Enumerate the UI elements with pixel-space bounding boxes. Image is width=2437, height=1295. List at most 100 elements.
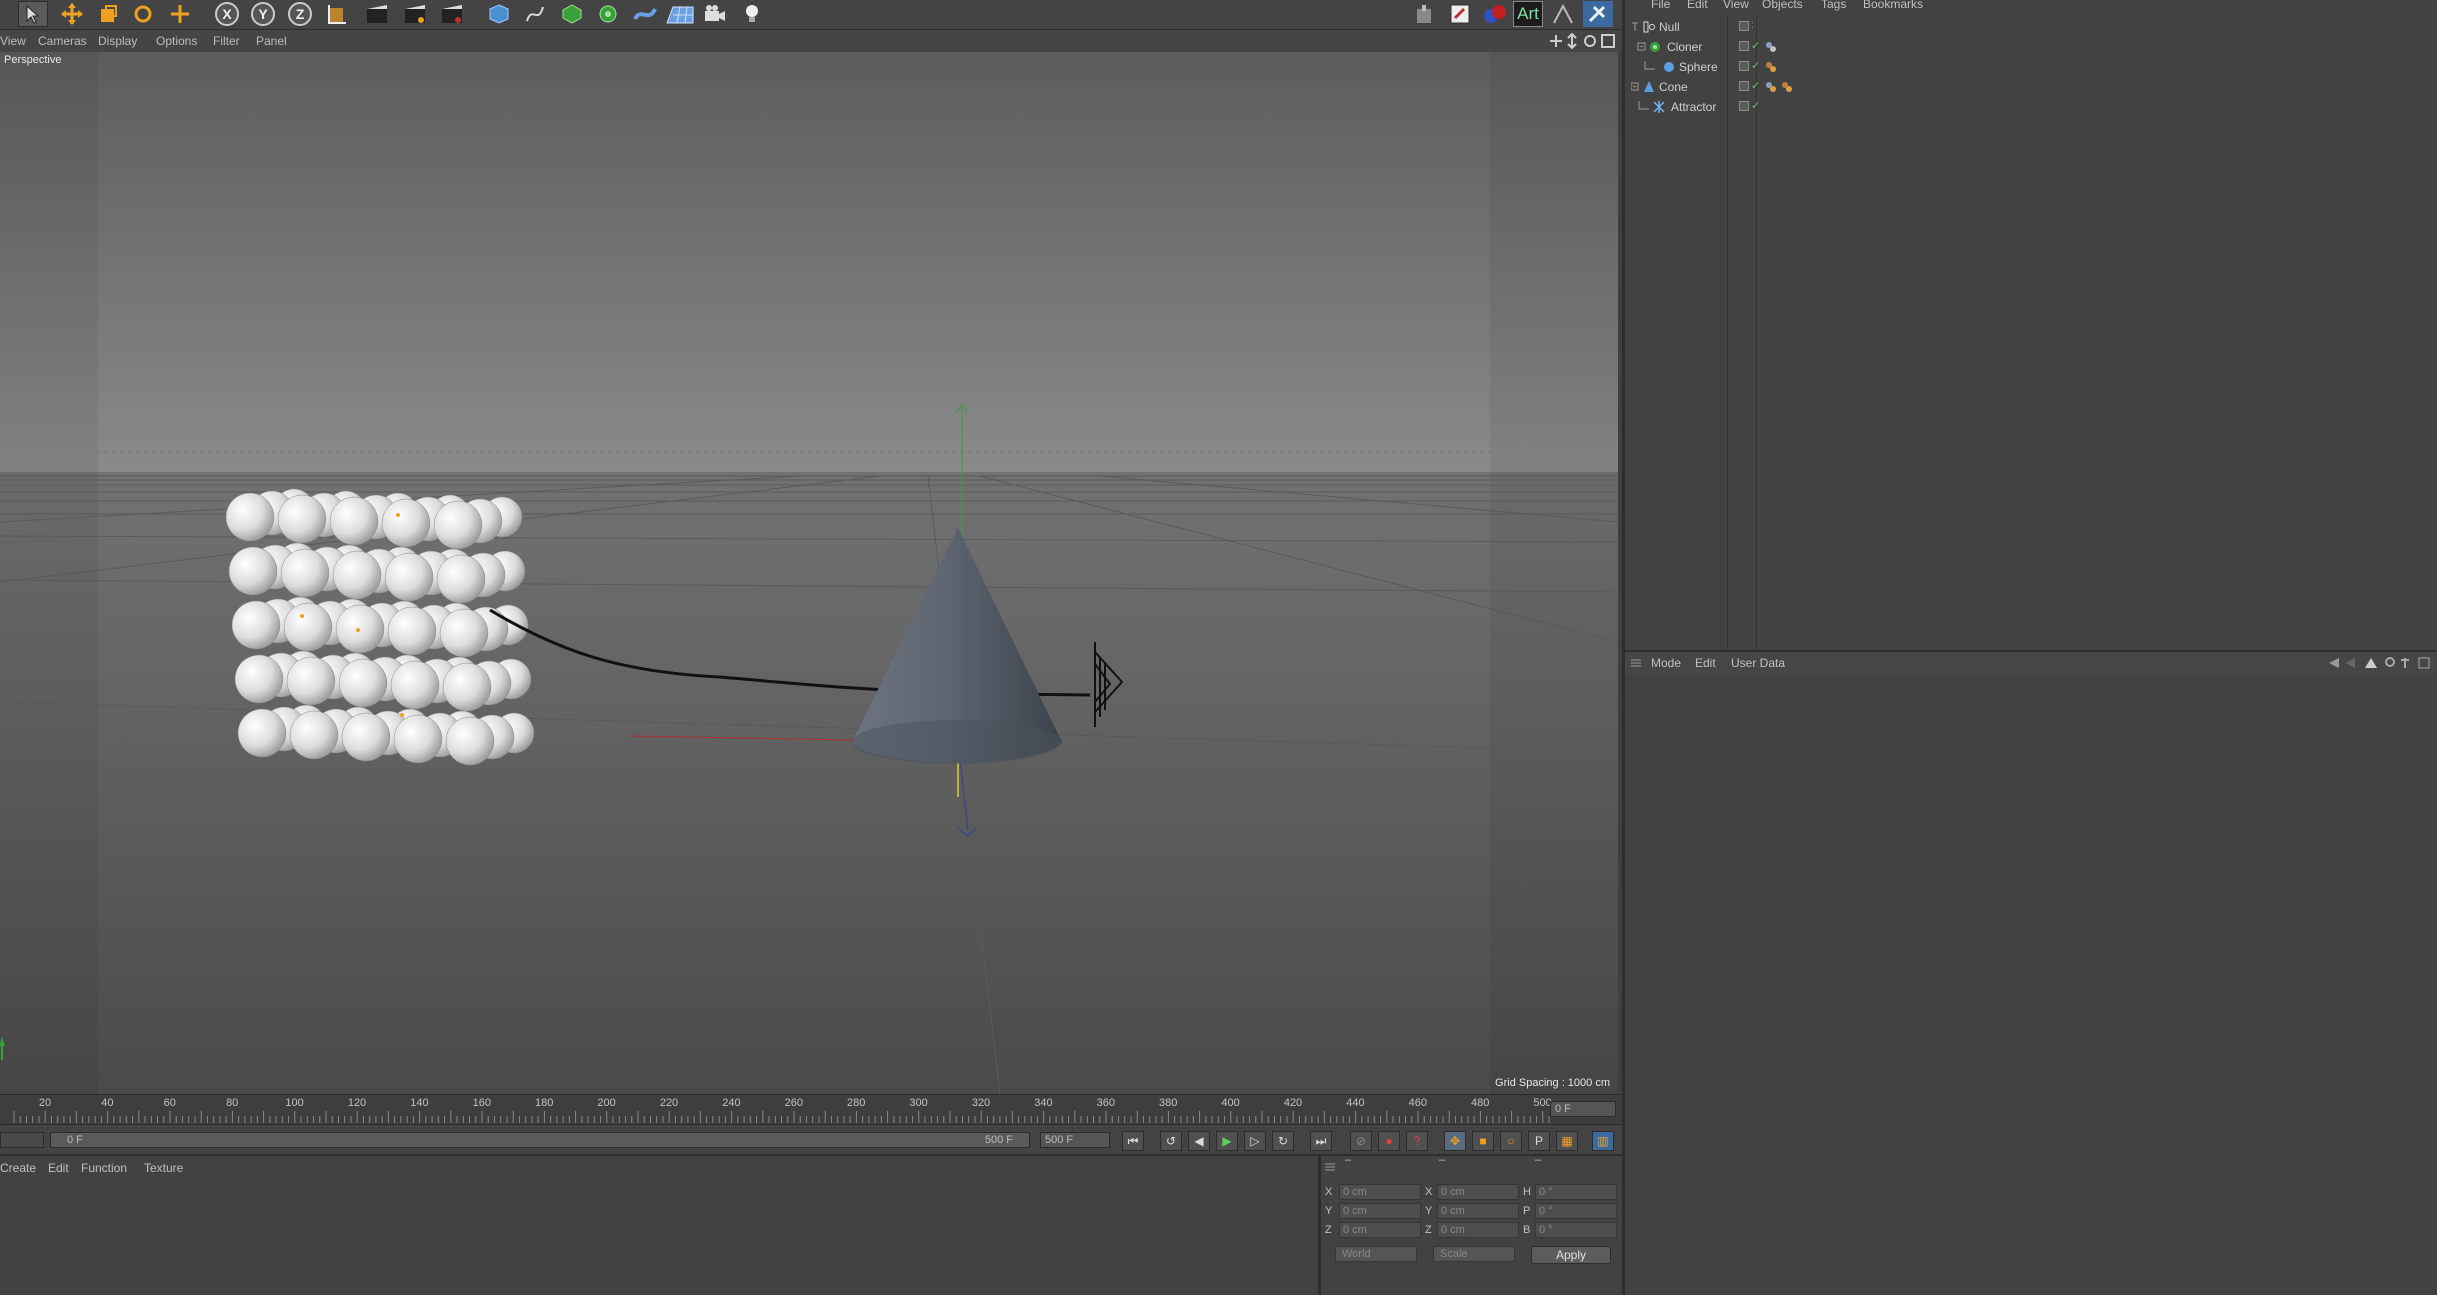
rotation-key-icon[interactable]: ○ <box>1500 1131 1522 1151</box>
size-y-field[interactable]: 0 cm <box>1437 1203 1519 1219</box>
render-toggle[interactable] <box>1739 21 1749 31</box>
object-row-attractor[interactable]: Attractor ✓ <box>1629 98 2429 116</box>
sculpt-icon[interactable] <box>1480 1 1510 27</box>
live-select-icon[interactable] <box>165 1 195 27</box>
spline-icon[interactable] <box>520 1 550 27</box>
object-row-null[interactable]: Null : <box>1629 18 2429 36</box>
size-z-field[interactable]: 0 cm <box>1437 1222 1519 1238</box>
play-button[interactable]: ▶ <box>1216 1131 1238 1151</box>
prev-key-button[interactable]: ↺ <box>1160 1131 1182 1151</box>
rot-h-field[interactable]: 0 ° <box>1535 1184 1617 1200</box>
tag-icon[interactable] <box>1765 81 1777 93</box>
autokey-icon[interactable]: ● <box>1378 1131 1400 1151</box>
viewport-nav-icons[interactable] <box>1550 33 1620 49</box>
tag-icon[interactable] <box>1765 41 1777 53</box>
select-icon[interactable] <box>18 1 48 27</box>
enabled-check[interactable]: ✓ <box>1751 99 1760 112</box>
enabled-check[interactable]: ✓ <box>1751 59 1760 72</box>
render-view-icon[interactable] <box>362 1 392 27</box>
render-toggle[interactable] <box>1739 61 1749 71</box>
motion-tracker-icon[interactable] <box>1548 1 1578 27</box>
timeline-ruler[interactable]: 20 40 60 80 100 120 140 160 180 200 220 240 260 280 30… <box>0 1094 1622 1124</box>
next-frame-button[interactable]: ▷ <box>1244 1131 1266 1151</box>
x-axis-icon[interactable]: X <box>212 1 242 27</box>
pos-z-field[interactable]: 0 cm <box>1339 1222 1421 1238</box>
menu-cameras[interactable]: Cameras <box>38 34 87 48</box>
next-key-button[interactable]: ↻ <box>1272 1131 1294 1151</box>
mat-menu-texture[interactable]: Texture <box>144 1161 183 1175</box>
obj-menu-tags[interactable]: Tags <box>1821 0 1846 11</box>
go-to-start-button[interactable]: ⏮ <box>1122 1131 1144 1151</box>
obj-menu-objects[interactable]: Objects <box>1762 0 1803 11</box>
record-keys-icon[interactable]: ⊘ <box>1350 1131 1372 1151</box>
scale-icon[interactable] <box>93 1 123 27</box>
obj-menu-edit[interactable]: Edit <box>1687 0 1708 11</box>
menu-view[interactable]: View <box>0 34 26 48</box>
render-toggle[interactable] <box>1739 81 1749 91</box>
pos-x-field[interactable]: 0 cm <box>1339 1184 1421 1200</box>
rot-b-field[interactable]: 0 ° <box>1535 1222 1617 1238</box>
z-axis-icon[interactable]: Z <box>285 1 315 27</box>
render-settings-icon[interactable] <box>437 1 467 27</box>
pos-y-field[interactable]: 0 cm <box>1339 1203 1421 1219</box>
keyframe-selection-icon[interactable]: ? <box>1406 1131 1428 1151</box>
nurbs-icon[interactable] <box>557 1 587 27</box>
paint-icon[interactable] <box>1410 1 1440 27</box>
attr-menu-user-data[interactable]: User Data <box>1731 656 1785 670</box>
mat-menu-create[interactable]: Create <box>0 1161 36 1175</box>
go-to-end-button[interactable]: ⏭ <box>1310 1131 1332 1151</box>
apply-button[interactable]: Apply <box>1531 1246 1611 1264</box>
size-mode-dropdown[interactable]: Scale <box>1433 1246 1515 1262</box>
mat-menu-function[interactable]: Function <box>81 1161 127 1175</box>
attr-menu-mode[interactable]: Mode <box>1651 656 1681 670</box>
menu-display[interactable]: Display <box>98 34 137 48</box>
mat-menu-edit[interactable]: Edit <box>48 1161 69 1175</box>
size-x-field[interactable]: 0 cm <box>1437 1184 1519 1200</box>
enable-dots[interactable]: : <box>1751 19 1754 31</box>
array-icon[interactable] <box>593 1 623 27</box>
range-start-field[interactable] <box>0 1132 44 1148</box>
obj-menu-file[interactable]: File <box>1651 0 1670 11</box>
menu-options[interactable]: Options <box>156 34 197 48</box>
parameter-key-icon[interactable]: P <box>1528 1131 1550 1151</box>
layout-icon[interactable] <box>1583 1 1613 27</box>
move-icon[interactable] <box>57 1 87 27</box>
tag-icon[interactable] <box>1781 81 1793 93</box>
attr-menu-edit[interactable]: Edit <box>1695 656 1716 670</box>
attr-nav-icons[interactable] <box>2325 656 2435 670</box>
light-icon[interactable] <box>737 1 767 27</box>
y-axis-icon[interactable]: Y <box>248 1 278 27</box>
enabled-check[interactable]: ✓ <box>1751 79 1760 92</box>
scale-key-icon[interactable]: ■ <box>1472 1131 1494 1151</box>
coordinate-system-icon[interactable] <box>322 1 352 27</box>
prev-frame-button[interactable]: ◀ <box>1188 1131 1210 1151</box>
tag-icon[interactable] <box>1765 61 1777 73</box>
obj-menu-view[interactable]: View <box>1723 0 1749 11</box>
cube-icon[interactable] <box>484 1 514 27</box>
position-key-icon[interactable]: ✥ <box>1444 1131 1466 1151</box>
coordinate-mode-dropdown[interactable]: World <box>1335 1246 1417 1262</box>
3d-viewport[interactable]: Perspective Grid Spacing : 1000 cm <box>0 52 1618 1094</box>
deformer-icon[interactable] <box>630 1 660 27</box>
object-row-cone[interactable]: Cone ✓ <box>1629 78 2429 96</box>
render-toggle[interactable] <box>1739 101 1749 111</box>
timeline-window-icon[interactable]: ▥ <box>1592 1131 1614 1151</box>
bodypaint-icon[interactable] <box>1445 1 1475 27</box>
rotate-icon[interactable] <box>128 1 158 27</box>
menu-filter[interactable]: Filter <box>213 34 240 48</box>
range-end-field[interactable]: 500 F <box>1040 1132 1110 1148</box>
current-frame-field[interactable]: 0 F <box>1550 1101 1616 1117</box>
render-toggle[interactable] <box>1739 41 1749 51</box>
object-row-cloner[interactable]: Cloner ✓ <box>1629 38 2429 56</box>
menu-panel[interactable]: Panel <box>256 34 287 48</box>
frame-range-slider[interactable]: 0 F 500 F <box>50 1132 1030 1148</box>
render-picture-viewer-icon[interactable] <box>400 1 430 27</box>
pla-key-icon[interactable]: ▦ <box>1556 1131 1578 1151</box>
rot-p-field[interactable]: 0 ° <box>1535 1203 1617 1219</box>
object-row-sphere[interactable]: Sphere ✓ <box>1629 58 2429 76</box>
floor-icon[interactable] <box>665 1 695 27</box>
camera-icon[interactable] <box>700 1 730 27</box>
obj-menu-bookmarks[interactable]: Bookmarks <box>1863 0 1923 11</box>
enabled-check[interactable]: ✓ <box>1751 39 1760 52</box>
art-icon[interactable]: Art <box>1513 1 1543 27</box>
